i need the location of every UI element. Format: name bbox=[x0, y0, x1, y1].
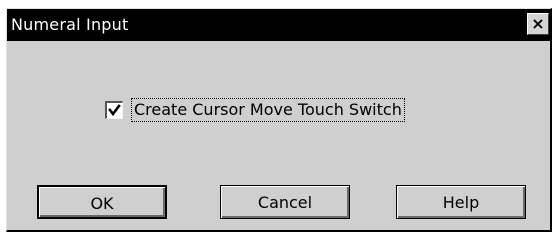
cancel-button[interactable]: Cancel bbox=[220, 185, 350, 219]
close-button[interactable]: × bbox=[527, 13, 549, 35]
help-button[interactable]: Help bbox=[396, 185, 526, 219]
close-icon: × bbox=[531, 14, 545, 33]
numeral-input-dialog: Numeral Input × Create Cursor Move Touch… bbox=[6, 8, 552, 232]
create-cursor-switch-label[interactable]: Create Cursor Move Touch Switch bbox=[131, 98, 405, 122]
checkmark-icon bbox=[108, 104, 121, 117]
title-bar[interactable]: Numeral Input × bbox=[7, 9, 551, 41]
create-cursor-switch-checkbox[interactable] bbox=[105, 101, 123, 119]
ok-button[interactable]: OK bbox=[37, 185, 167, 219]
dialog-title: Numeral Input bbox=[11, 15, 129, 34]
